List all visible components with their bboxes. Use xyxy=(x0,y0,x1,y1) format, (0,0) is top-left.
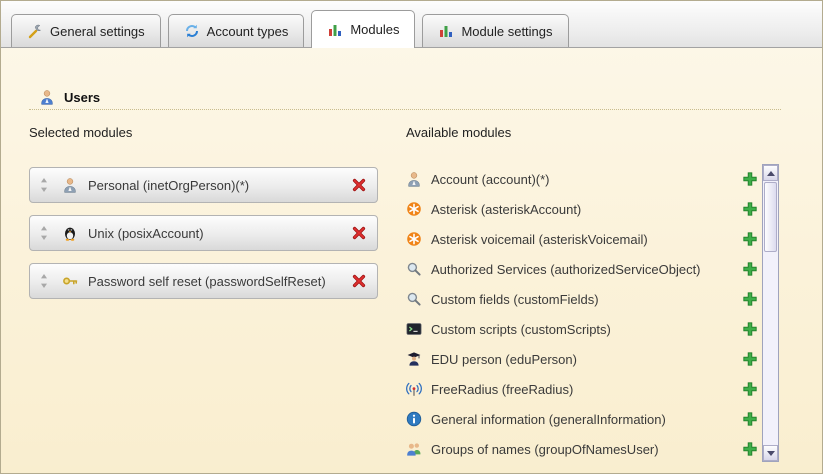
tab-label: Account types xyxy=(207,24,289,39)
sync-icon xyxy=(184,23,200,39)
available-module-row: Groups of names (groupOfNamesUser) xyxy=(406,434,758,464)
scroll-down-button[interactable] xyxy=(763,445,778,461)
available-module-label: General information (generalInformation) xyxy=(431,412,666,427)
selected-modules-heading: Selected modules xyxy=(29,125,132,140)
add-icon[interactable] xyxy=(742,321,758,337)
section-title-label: Users xyxy=(64,90,100,105)
delete-icon[interactable] xyxy=(351,225,367,241)
scroll-up-icon xyxy=(767,171,775,176)
scrollbar-track[interactable] xyxy=(763,181,778,445)
delete-icon[interactable] xyxy=(351,273,367,289)
add-icon[interactable] xyxy=(742,351,758,367)
users-icon xyxy=(39,89,55,105)
asterisk-icon xyxy=(406,201,422,217)
tux-icon xyxy=(62,225,78,241)
tab-general-settings[interactable]: General settings xyxy=(11,14,161,47)
drag-handle-icon[interactable] xyxy=(40,226,48,240)
group-icon xyxy=(406,441,422,457)
tab-bar: General settings Account types Modules M… xyxy=(1,1,822,48)
selected-module-row[interactable]: Password self reset (passwordSelfReset) xyxy=(29,263,378,299)
signal-icon xyxy=(406,381,422,397)
available-module-row: Authorized Services (authorizedServiceOb… xyxy=(406,254,758,284)
modules-icon xyxy=(327,22,343,38)
available-module-label: Asterisk voicemail (asteriskVoicemail) xyxy=(431,232,648,247)
add-icon[interactable] xyxy=(742,411,758,427)
available-module-row: General information (generalInformation) xyxy=(406,404,758,434)
available-module-label: FreeRadius (freeRadius) xyxy=(431,382,573,397)
scroll-down-icon xyxy=(767,451,775,456)
available-module-row: Asterisk voicemail (asteriskVoicemail) xyxy=(406,224,758,254)
delete-icon[interactable] xyxy=(351,177,367,193)
available-modules-list: Account (account)(*) Asterisk (asteriskA… xyxy=(406,164,758,464)
terminal-icon xyxy=(406,321,422,337)
key-icon xyxy=(62,273,78,289)
add-icon[interactable] xyxy=(742,261,758,277)
available-module-row: Asterisk (asteriskAccount) xyxy=(406,194,758,224)
available-modules-heading: Available modules xyxy=(406,125,511,140)
available-modules-scrollbar[interactable] xyxy=(762,164,779,462)
add-icon[interactable] xyxy=(742,291,758,307)
available-module-label: EDU person (eduPerson) xyxy=(431,352,577,367)
module-configuration-page: General settings Account types Modules M… xyxy=(0,0,823,474)
available-module-label: Custom scripts (customScripts) xyxy=(431,322,611,337)
section-title-users: Users xyxy=(39,89,100,105)
asterisk-icon xyxy=(406,231,422,247)
available-module-label: Asterisk (asteriskAccount) xyxy=(431,202,581,217)
graduate-icon xyxy=(406,351,422,367)
available-module-label: Account (account)(*) xyxy=(431,172,550,187)
selected-modules-list: Personal (inetOrgPerson)(*) Unix (posixA… xyxy=(29,167,378,299)
add-icon[interactable] xyxy=(742,171,758,187)
scrollbar-thumb[interactable] xyxy=(764,182,777,252)
available-module-row: Account (account)(*) xyxy=(406,164,758,194)
section-divider xyxy=(29,109,781,110)
search-icon xyxy=(406,291,422,307)
selected-module-row[interactable]: Personal (inetOrgPerson)(*) xyxy=(29,167,378,203)
add-icon[interactable] xyxy=(742,381,758,397)
drag-handle-icon[interactable] xyxy=(40,178,48,192)
drag-handle-icon[interactable] xyxy=(40,274,48,288)
wrench-icon xyxy=(27,23,43,39)
selected-module-row[interactable]: Unix (posixAccount) xyxy=(29,215,378,251)
add-icon[interactable] xyxy=(742,201,758,217)
add-icon[interactable] xyxy=(742,441,758,457)
modules-icon xyxy=(438,23,454,39)
available-module-label: Authorized Services (authorizedServiceOb… xyxy=(431,262,701,277)
search-icon xyxy=(406,261,422,277)
selected-module-label: Unix (posixAccount) xyxy=(88,226,204,241)
available-module-row: Custom fields (customFields) xyxy=(406,284,758,314)
available-module-row: Custom scripts (customScripts) xyxy=(406,314,758,344)
available-module-row: FreeRadius (freeRadius) xyxy=(406,374,758,404)
info-icon xyxy=(406,411,422,427)
available-module-row: EDU person (eduPerson) xyxy=(406,344,758,374)
tab-label: General settings xyxy=(50,24,145,39)
selected-module-label: Password self reset (passwordSelfReset) xyxy=(88,274,326,289)
scroll-up-button[interactable] xyxy=(763,165,778,181)
tab-module-settings[interactable]: Module settings xyxy=(422,14,568,47)
selected-module-label: Personal (inetOrgPerson)(*) xyxy=(88,178,249,193)
tab-modules[interactable]: Modules xyxy=(311,10,415,48)
available-module-label: Groups of names (groupOfNamesUser) xyxy=(431,442,659,457)
user-icon xyxy=(62,177,78,193)
add-icon[interactable] xyxy=(742,231,758,247)
available-module-label: Custom fields (customFields) xyxy=(431,292,599,307)
tab-label: Modules xyxy=(350,22,399,37)
tab-account-types[interactable]: Account types xyxy=(168,14,305,47)
user-icon xyxy=(406,171,422,187)
tab-label: Module settings xyxy=(461,24,552,39)
